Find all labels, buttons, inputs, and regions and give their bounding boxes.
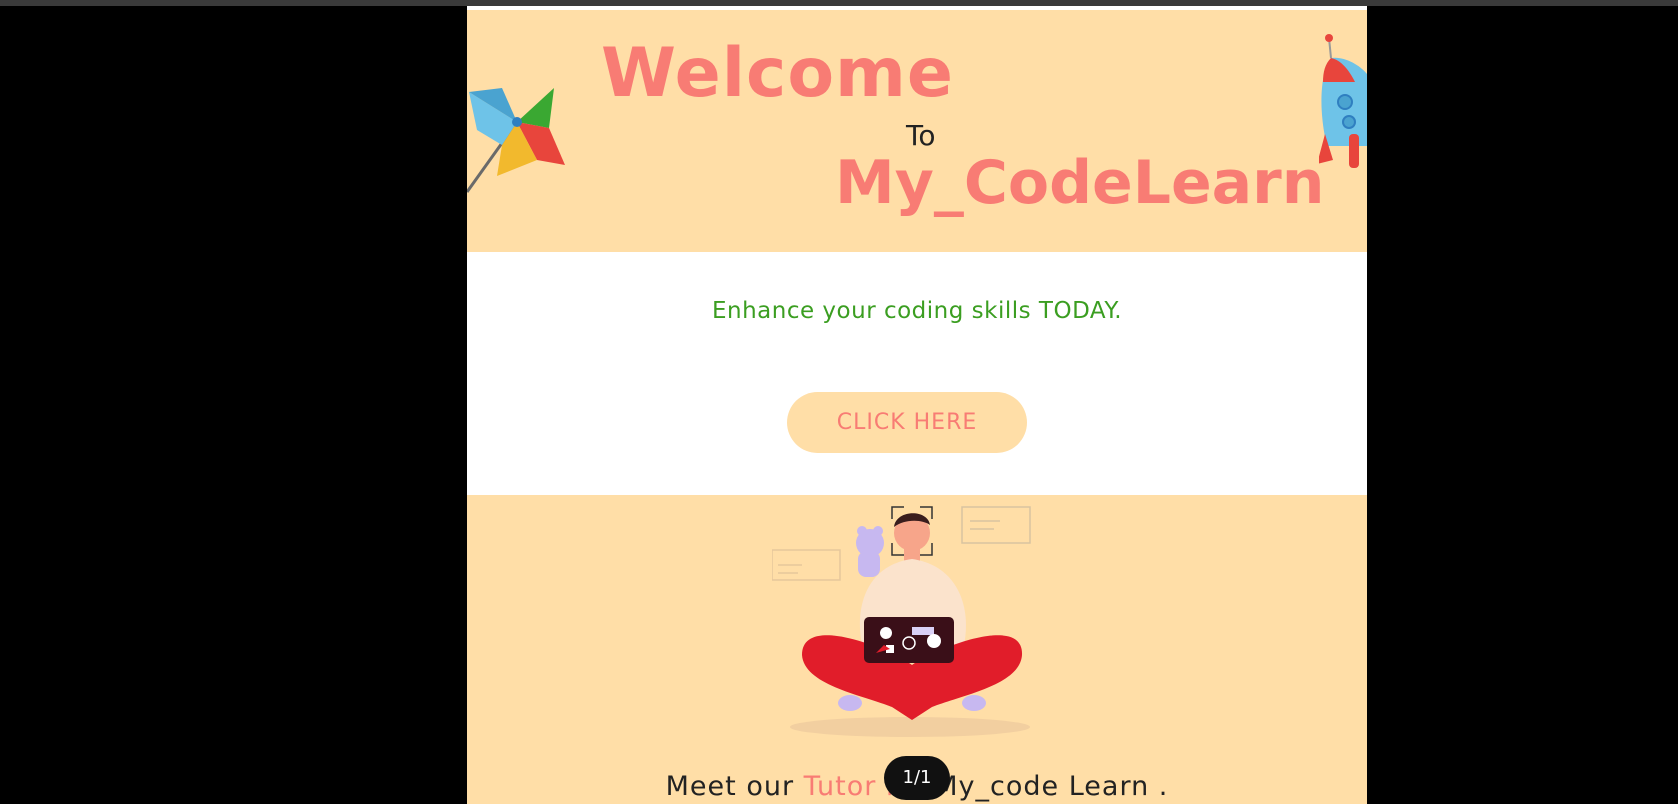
meet-prefix: Meet our — [665, 771, 804, 802]
rocket-icon — [1319, 34, 1367, 168]
hero-banner: Welcome To My_CodeLearn — [467, 10, 1367, 252]
tagline-text: Enhance your coding skills TODAY. — [711, 298, 1123, 324]
welcome-heading: Welcome — [601, 34, 955, 113]
pinwheel-icon — [467, 88, 565, 193]
page-indicator: 1/1 — [884, 756, 950, 800]
document-page: Welcome To My_CodeLearn Enhance your cod… — [467, 6, 1367, 804]
to-text: To — [906, 119, 936, 152]
developer-with-laptop-illustration — [772, 506, 1031, 737]
intro-section: Enhance your coding skills TODAY. CLICK … — [467, 252, 1367, 495]
brand-heading: My_CodeLearn — [835, 148, 1325, 218]
click-here-button[interactable]: CLICK HERE — [787, 392, 1027, 453]
